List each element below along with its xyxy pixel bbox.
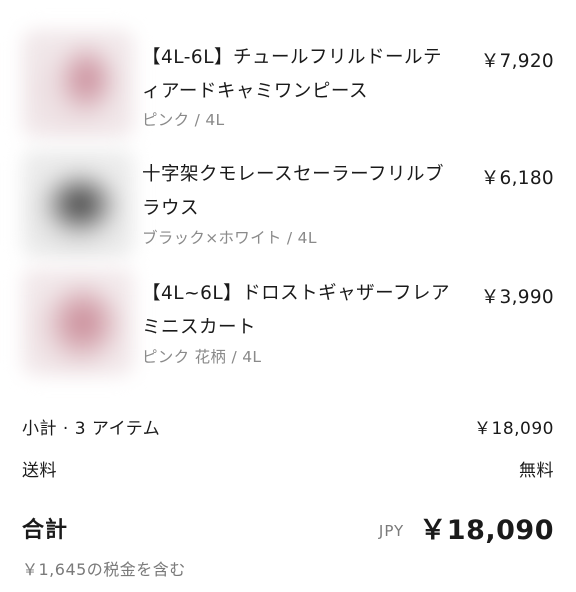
tax-note: ￥1,645の税金を含む	[22, 560, 186, 579]
shipping-row: 送料 無料	[22, 456, 554, 481]
product-price: ￥6,180	[480, 168, 554, 189]
product-title: 【4L~6L】ドロストギャザーフレア ミニスカート	[142, 277, 457, 345]
product-variant: ピンク / 4L	[142, 111, 225, 129]
product-thumbnail[interactable]	[22, 268, 134, 376]
shipping-label: 送料	[22, 461, 57, 481]
subtotal-row: 小計 · 3 アイテム ￥18,090	[22, 414, 554, 439]
product-title-line: ラウス	[142, 198, 200, 219]
total-amount: ￥18,090	[419, 515, 554, 546]
total-label: 合計	[22, 518, 69, 543]
product-title-line: 十字架クモレースセーラーフリルブ	[142, 164, 444, 185]
product-title-line: 【4L~6L】ドロストギャザーフレア	[142, 283, 451, 304]
product-title-line: ィアードキャミワンピース	[142, 81, 368, 102]
product-thumbnail[interactable]	[22, 30, 134, 138]
product-price: ￥7,920	[480, 51, 554, 72]
product-thumbnail[interactable]	[22, 150, 134, 258]
shipping-value: 無料	[519, 461, 554, 481]
product-price: ￥3,990	[480, 287, 554, 308]
product-title-line: 【4L-6L】チュールフリルドールテ	[142, 47, 443, 68]
product-variant: ピンク 花柄 / 4L	[142, 348, 262, 366]
product-title: 【4L-6L】チュールフリルドールテ ィアードキャミワンピース	[142, 41, 457, 109]
total-amount-group: JPY ￥18,090	[379, 508, 554, 547]
currency-code: JPY	[378, 522, 405, 540]
product-title-line: ミニスカート	[142, 317, 257, 338]
product-title: 十字架クモレースセーラーフリルブ ラウス	[142, 158, 457, 226]
subtotal-value: ￥18,090	[474, 419, 554, 439]
subtotal-label: 小計 · 3 アイテム	[22, 419, 161, 439]
product-variant: ブラック×ホワイト / 4L	[142, 229, 317, 247]
